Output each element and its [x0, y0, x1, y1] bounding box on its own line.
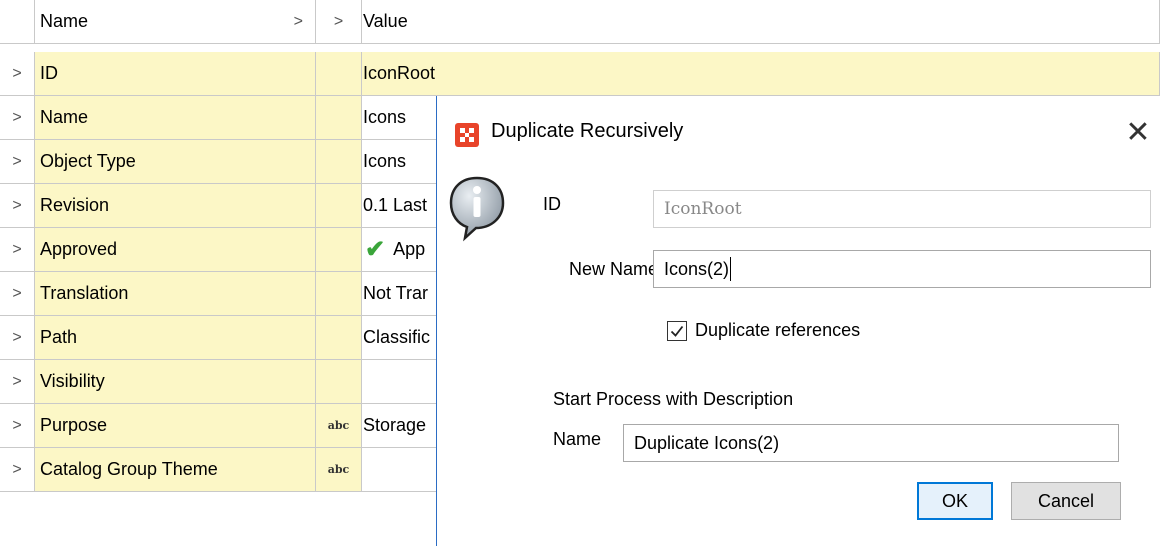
- text-caret: [730, 257, 732, 281]
- row-type-cell: abc: [316, 404, 362, 448]
- row-type-cell: [316, 184, 362, 228]
- close-icon[interactable]: ✕: [1115, 112, 1160, 152]
- text-type-icon: abc: [327, 419, 350, 432]
- duplicate-recursively-dialog: Duplicate Recursively ✕ ID IconRoot New …: [436, 96, 1160, 546]
- row-expander-chevron-right-icon[interactable]: >: [0, 272, 35, 316]
- app-logo-icon: [455, 123, 479, 147]
- checkbox-check-icon[interactable]: [667, 320, 687, 341]
- header-name-label: Name: [40, 11, 89, 31]
- info-icon: [445, 174, 515, 249]
- row-type-cell: [316, 96, 362, 140]
- checkmark-icon: ✔: [365, 236, 386, 263]
- row-type-cell: [316, 228, 362, 272]
- row-name-cell: ID: [35, 52, 316, 96]
- dialog-titlebar[interactable]: Duplicate Recursively ✕: [437, 96, 1160, 172]
- row-value-text: IconRoot: [363, 63, 436, 83]
- row-expander-chevron-right-icon[interactable]: >: [0, 228, 35, 272]
- row-value-cell[interactable]: IconRoot: [362, 52, 1160, 96]
- row-name-cell: Catalog Group Theme: [35, 448, 316, 492]
- row-value-text: Not Trar: [363, 283, 429, 303]
- grid-header-row: Name > > Value: [0, 0, 1160, 44]
- row-name-cell: Revision: [35, 184, 316, 228]
- row-type-cell: [316, 52, 362, 96]
- row-value-text: Icons: [363, 151, 407, 171]
- row-expander-chevron-right-icon[interactable]: >: [0, 52, 35, 96]
- header-name-column[interactable]: Name >: [35, 0, 316, 44]
- row-name-cell: Purpose: [35, 404, 316, 448]
- row-name-cell: Path: [35, 316, 316, 360]
- row-value-text: Classific: [363, 327, 431, 347]
- row-expander-chevron-right-icon[interactable]: >: [0, 140, 35, 184]
- text-type-icon: abc: [327, 463, 350, 476]
- ok-button[interactable]: OK: [917, 482, 993, 520]
- row-value-text: App: [393, 239, 426, 259]
- row-type-cell: abc: [316, 448, 362, 492]
- new-name-input[interactable]: Icons(2): [653, 250, 1151, 288]
- description-name-label: Name: [553, 429, 602, 449]
- row-expander-chevron-right-icon[interactable]: >: [0, 184, 35, 228]
- row-value-text: Icons: [363, 107, 407, 127]
- new-name-label: New Name: [569, 259, 659, 279]
- header-expander-cell: [0, 0, 35, 44]
- row-expander-chevron-right-icon[interactable]: >: [0, 360, 35, 404]
- start-process-section-label: Start Process with Description: [553, 389, 794, 409]
- row-value-text: 0.1 Last: [363, 195, 428, 215]
- header-value-column[interactable]: Value: [362, 0, 1160, 44]
- row-value-text: Storage: [363, 415, 427, 435]
- header-type-column[interactable]: >: [316, 0, 362, 44]
- new-name-value: Icons(2): [664, 258, 730, 279]
- row-expander-chevron-right-icon[interactable]: >: [0, 316, 35, 360]
- row-expander-chevron-right-icon[interactable]: >: [0, 96, 35, 140]
- row-name-cell: Approved: [35, 228, 316, 272]
- duplicate-references-label: Duplicate references: [695, 320, 861, 340]
- row-name-cell: Name: [35, 96, 316, 140]
- description-name-value: Duplicate Icons(2): [634, 432, 780, 453]
- row-type-cell: [316, 316, 362, 360]
- row-type-cell: [316, 272, 362, 316]
- row-type-cell: [316, 360, 362, 404]
- row-expander-chevron-right-icon[interactable]: >: [0, 404, 35, 448]
- id-label: ID: [543, 194, 561, 214]
- row-type-cell: [316, 140, 362, 184]
- id-field: IconRoot: [653, 190, 1151, 228]
- cancel-button[interactable]: Cancel: [1011, 482, 1121, 520]
- header-value-label: Value: [363, 11, 408, 31]
- duplicate-references-checkbox[interactable]: Duplicate references: [667, 320, 860, 341]
- table-row[interactable]: > ID IconRoot: [0, 52, 1160, 96]
- chevron-right-icon[interactable]: >: [334, 13, 343, 31]
- row-expander-chevron-right-icon[interactable]: >: [0, 448, 35, 492]
- row-name-cell: Visibility: [35, 360, 316, 404]
- dialog-title: Duplicate Recursively: [491, 120, 684, 142]
- description-name-input[interactable]: Duplicate Icons(2): [623, 424, 1119, 462]
- row-name-cell: Object Type: [35, 140, 316, 184]
- row-name-cell: Translation: [35, 272, 316, 316]
- chevron-right-icon[interactable]: >: [294, 13, 303, 31]
- id-field-value: IconRoot: [664, 199, 742, 219]
